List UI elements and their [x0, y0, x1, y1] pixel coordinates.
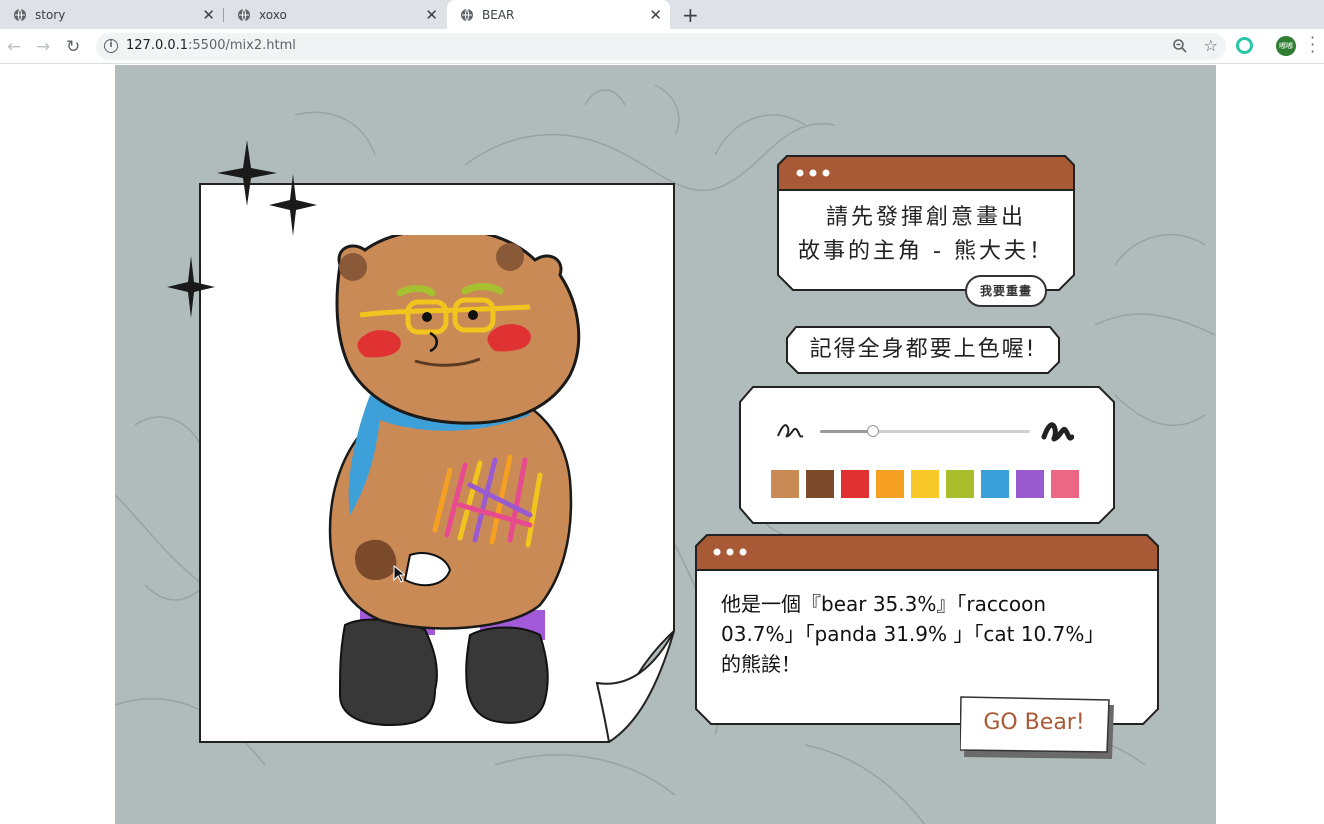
color-swatch-1[interactable]: [771, 470, 799, 498]
sparkle-icon: [167, 140, 317, 318]
prediction-result-text: 他是一個『bear 35.3%』「raccoon 03.7%」「panda 31…: [721, 592, 1105, 676]
menu-icon[interactable]: · · ·: [1310, 30, 1315, 60]
mouse-cursor-icon: [393, 565, 405, 583]
brush-size-slider[interactable]: [820, 425, 1030, 437]
tab-title: BEAR: [482, 7, 515, 22]
color-swatch-5[interactable]: [911, 470, 939, 498]
color-swatch-2[interactable]: [806, 470, 834, 498]
color-swatch-9[interactable]: [1051, 470, 1079, 498]
info-icon[interactable]: i: [104, 39, 118, 53]
color-hint-text: 記得全身都要上色喔!: [809, 337, 1037, 362]
url-host: 127.0.0.1: [126, 38, 189, 53]
thin-brush-icon: [777, 424, 804, 438]
globe-icon: [238, 8, 250, 21]
color-swatch-6[interactable]: [946, 470, 974, 498]
address-bar[interactable]: i 127.0.0.1:5500/mix2.html ☆: [96, 33, 1226, 60]
color-swatch-8[interactable]: [1016, 470, 1044, 498]
color-swatch-3[interactable]: [841, 470, 869, 498]
avatar[interactable]: 嘟嘟: [1276, 36, 1296, 56]
bear-drawing: [328, 235, 581, 727]
new-tab-button[interactable]: +: [682, 3, 699, 27]
tab-title: story: [35, 7, 66, 22]
close-tab-icon[interactable]: ✕: [202, 6, 215, 24]
url-path: :5500/mix2.html: [188, 38, 296, 53]
go-bear-button[interactable]: GO Bear!: [960, 695, 1114, 759]
globe-icon: [461, 8, 473, 21]
forward-arrow-icon[interactable]: →: [36, 37, 50, 57]
back-arrow-icon[interactable]: ←: [7, 37, 21, 57]
url-text: 127.0.0.1:5500/mix2.html: [126, 38, 296, 53]
zoom-out-icon[interactable]: [1172, 38, 1188, 54]
tab-bear[interactable]: BEAR ✕: [447, 0, 670, 29]
close-tab-icon[interactable]: ✕: [425, 6, 438, 24]
tool-panel-frame: [739, 386, 1115, 524]
tab-title: xoxo: [259, 7, 287, 22]
slider-thumb[interactable]: [866, 425, 879, 437]
redraw-button[interactable]: 我要重畫: [965, 275, 1047, 307]
slider-fill: [820, 430, 873, 433]
browser-toolbar: ← → ↻ i 127.0.0.1:5500/mix2.html ☆ 嘟嘟 · ·…: [0, 29, 1324, 64]
bookmark-star-icon[interactable]: ☆: [1204, 36, 1218, 55]
tab-xoxo[interactable]: xoxo ✕: [224, 0, 446, 29]
color-swatch-4[interactable]: [876, 470, 904, 498]
extension-icon[interactable]: [1236, 37, 1253, 54]
thick-brush-icon: [1041, 422, 1074, 442]
globe-icon: [14, 8, 26, 21]
color-swatch-7[interactable]: [981, 470, 1009, 498]
tab-bar: story ✕ xoxo ✕ BEAR ✕ +: [0, 0, 1324, 29]
page-canvas-area: 請先發揮創意畫出 故事的主角 - 熊大夫！ 我要重畫 記得全身都要上色喔! 他是…: [115, 65, 1216, 824]
intro-window: 請先發揮創意畫出 故事的主角 - 熊大夫！: [778, 201, 1074, 269]
color-hint-box: 記得全身都要上色喔!: [786, 326, 1060, 374]
tab-story[interactable]: story ✕: [0, 0, 223, 29]
reload-icon[interactable]: ↻: [66, 37, 80, 57]
go-bear-label: GO Bear!: [983, 710, 1085, 735]
close-tab-icon[interactable]: ✕: [649, 6, 662, 24]
intro-line-1: 請先發揮創意畫出: [825, 205, 1026, 230]
intro-line-2: 故事的主角 - 熊大夫！: [798, 239, 1054, 264]
